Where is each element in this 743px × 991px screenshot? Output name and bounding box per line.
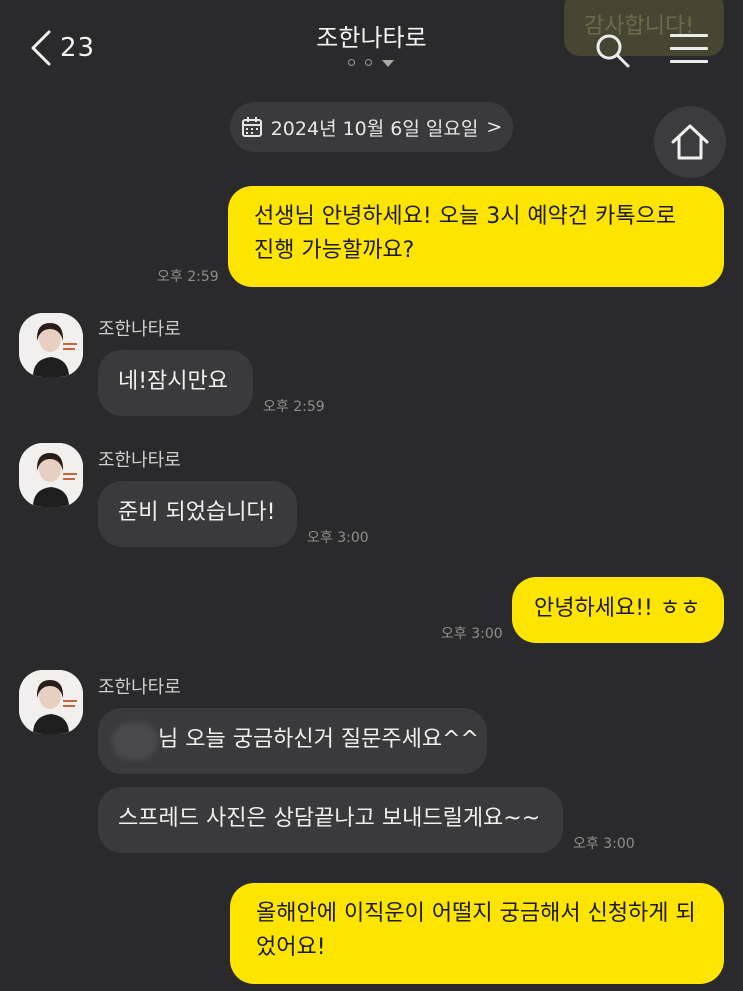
search-icon <box>596 34 630 68</box>
message-time: 오후 3:00 <box>307 530 369 546</box>
message-time: 오후 3:00 <box>441 626 503 642</box>
profile-photo <box>19 443 83 507</box>
home-icon <box>671 124 709 160</box>
search-button[interactable] <box>594 32 632 74</box>
date-arrow: > <box>486 116 503 138</box>
my-message-bubble[interactable]: 안녕하세요!! ㅎㅎ <box>512 577 724 643</box>
message-time: 오후 3:00 <box>573 836 635 852</box>
menu-button[interactable] <box>670 34 708 73</box>
sender-name: 조한나타로 <box>98 450 181 471</box>
caret-down-icon <box>382 60 394 67</box>
date-label: 2024년 10월 6일 일요일 <box>270 117 479 140</box>
dot-icon <box>348 59 355 66</box>
message-text: 안녕하세요!! ㅎㅎ <box>534 596 701 621</box>
message-text: 올해안에 이직운이 어떨지 궁금해서 신청하게 되었어요! <box>256 901 696 961</box>
profile-photo <box>19 313 83 377</box>
message-text: 님 오늘 궁금하신거 질문주세요^^ <box>158 727 479 752</box>
avatar[interactable] <box>19 313 83 377</box>
menu-icon <box>670 34 708 37</box>
dot-icon <box>365 59 372 66</box>
avatar[interactable] <box>19 670 83 734</box>
my-message-bubble[interactable]: 올해안에 이직운이 어떨지 궁금해서 신청하게 되었어요! <box>230 883 724 984</box>
title-dropdown[interactable] <box>348 58 394 67</box>
date-pill[interactable]: 2024년 10월 6일 일요일 > <box>230 102 513 152</box>
their-message-bubble[interactable]: 네!잠시만요 <box>98 350 253 416</box>
message-text: 스프레드 사진은 상담끝나고 보내드릴게요~~ <box>118 806 541 831</box>
sender-name: 조한나타로 <box>98 319 181 340</box>
message-time: 오후 2:59 <box>157 269 219 285</box>
redacted-name-blur <box>112 722 158 760</box>
their-message-bubble[interactable]: 스프레드 사진은 상담끝나고 보내드릴게요~~ <box>98 787 563 853</box>
profile-photo <box>19 670 83 734</box>
my-message-bubble[interactable]: 선생님 안녕하세요! 오늘 3시 예약건 카톡으로 진행 가능할까요? <box>228 186 724 287</box>
home-button[interactable] <box>654 106 726 178</box>
their-message-bubble[interactable]: 준비 되었습니다! <box>98 481 297 547</box>
avatar[interactable] <box>19 443 83 507</box>
message-time: 오후 2:59 <box>263 399 325 415</box>
message-text: 선생님 안녕하세요! 오늘 3시 예약건 카톡으로 진행 가능할까요? <box>254 204 677 264</box>
sender-name: 조한나타로 <box>98 677 181 698</box>
their-message-bubble[interactable]: 님 오늘 궁금하신거 질문주세요^^ <box>98 708 487 774</box>
message-text: 준비 되었습니다! <box>118 500 276 525</box>
calendar-icon <box>241 117 262 137</box>
message-text: 네!잠시만요 <box>118 369 229 394</box>
